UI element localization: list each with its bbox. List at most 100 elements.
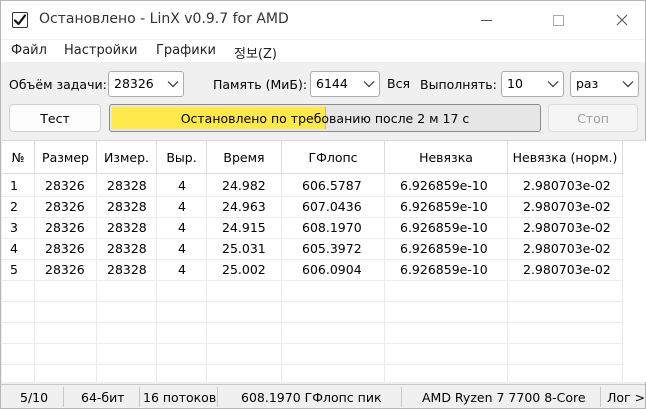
cell-residual: 6.926859e-10 [400, 241, 488, 256]
col-header-time[interactable]: Время [207, 141, 282, 174]
status-separator [139, 387, 140, 407]
minimize-button[interactable] [463, 1, 509, 39]
cell-size: 28326 [45, 199, 85, 214]
run-count-value: 10 [507, 76, 523, 91]
col-header-measure[interactable]: Измер. [97, 141, 157, 174]
cell-residual: 6.926859e-10 [400, 178, 488, 193]
memory-label: Память (МиБ): [213, 77, 308, 92]
status-peak: 608.1970 ГФлопс пик [241, 390, 382, 405]
status-threads: 16 потоков [143, 390, 217, 405]
menu-bar: Файл Настройки Графики 정보(Z) [1, 40, 645, 62]
cell-residual-norm: 2.980703e-02 [523, 220, 611, 235]
cell-number: 5 [10, 262, 18, 277]
status-bar: 5/10 64-бит 16 потоков 608.1970 ГФлопс п… [1, 384, 645, 408]
row-divider [2, 238, 622, 239]
test-button[interactable]: Тест [9, 104, 101, 132]
cell-number: 4 [10, 241, 18, 256]
cell-residual: 6.926859e-10 [400, 220, 488, 235]
cell-gflops: 606.0904 [302, 262, 362, 277]
cell-measure: 28328 [107, 199, 147, 214]
chevron-down-icon [622, 81, 634, 88]
minimize-icon [480, 19, 492, 21]
status-progress: 5/10 [20, 390, 49, 405]
cell-residual: 6.926859e-10 [400, 262, 488, 277]
table-row[interactable]: 1 28326 28328 4 24.982 606.5787 6.926859… [2, 175, 646, 196]
cell-size: 28326 [45, 178, 85, 193]
table-row[interactable]: 5 28326 28328 4 25.002 606.0904 6.926859… [2, 259, 646, 280]
run-unit-combo[interactable]: раз [570, 71, 639, 97]
row-divider [2, 217, 622, 218]
memory-value: 6144 [316, 76, 348, 91]
run-label: Выполнять: [420, 77, 497, 92]
stop-button[interactable]: Стоп [548, 104, 638, 132]
status-cpu: AMD Ryzen 7 7700 8-Core [422, 390, 586, 405]
chevron-down-icon [363, 81, 375, 88]
close-icon [616, 14, 628, 26]
col-header-residual-norm[interactable]: Невязка (норм.) [508, 141, 623, 174]
results-table: № Размер Измер. Выр. Время ГФлопс Невязк… [2, 140, 646, 383]
cell-measure: 28328 [107, 262, 147, 277]
row-divider [2, 301, 622, 302]
col-header-number[interactable]: № [2, 141, 35, 174]
memory-combo[interactable]: 6144 [310, 71, 380, 97]
cell-residual: 6.926859e-10 [400, 199, 488, 214]
col-header-align[interactable]: Выр. [157, 141, 207, 174]
chevron-down-icon [547, 81, 559, 88]
menu-file[interactable]: Файл [11, 43, 47, 58]
all-memory-label[interactable]: Вся [387, 76, 410, 91]
row-divider [2, 322, 622, 323]
cell-residual-norm: 2.980703e-02 [523, 178, 611, 193]
test-button-label: Тест [40, 110, 70, 126]
cell-number: 2 [10, 199, 18, 214]
table-row[interactable]: 3 28326 28328 4 24.915 608.1970 6.926859… [2, 217, 646, 238]
cell-residual-norm: 2.980703e-02 [523, 241, 611, 256]
maximize-icon [552, 14, 564, 26]
chevron-down-icon [167, 81, 179, 88]
run-unit-value: раз [576, 76, 599, 91]
row-divider [2, 343, 622, 344]
progress-status-text: Остановлено по требованию после 2 м 17 с [180, 111, 470, 126]
test-progress-bar: Остановлено по требованию после 2 м 17 с [109, 104, 541, 132]
status-separator [600, 387, 601, 407]
cell-align: 4 [178, 199, 186, 214]
menu-info[interactable]: 정보(Z) [234, 43, 277, 62]
col-header-size[interactable]: Размер [35, 141, 97, 174]
row-divider [2, 259, 622, 260]
problem-size-combo[interactable]: 28326 [108, 71, 184, 97]
close-button[interactable] [599, 1, 645, 39]
cell-measure: 28328 [107, 220, 147, 235]
row-divider [2, 364, 622, 365]
title-bar[interactable]: Остановлено - LinX v0.9.7 for AMD [1, 1, 645, 39]
cell-residual-norm: 2.980703e-02 [523, 262, 611, 277]
table-row[interactable]: 4 28326 28328 4 25.031 605.3972 6.926859… [2, 238, 646, 259]
window-title: Остановлено - LinX v0.9.7 for AMD [39, 11, 289, 27]
cell-time: 25.031 [222, 241, 266, 256]
maximize-button[interactable] [535, 1, 581, 39]
menu-settings[interactable]: Настройки [64, 43, 137, 58]
col-header-gflops[interactable]: ГФлопс [282, 141, 385, 174]
log-button[interactable]: Лог > [607, 390, 645, 405]
menu-graphs[interactable]: Графики [156, 43, 216, 58]
cell-gflops: 606.5787 [302, 178, 362, 193]
cell-number: 3 [10, 220, 18, 235]
status-bits: 64-бит [81, 390, 125, 405]
cell-time: 24.915 [222, 220, 266, 235]
cell-size: 28326 [45, 220, 85, 235]
table-row[interactable]: 2 28326 28328 4 24.963 607.0436 6.926859… [2, 196, 646, 217]
cell-measure: 28328 [107, 178, 147, 193]
cell-residual-norm: 2.980703e-02 [523, 199, 611, 214]
status-separator [217, 387, 218, 407]
cell-align: 4 [178, 262, 186, 277]
cell-time: 25.002 [222, 262, 266, 277]
cell-align: 4 [178, 241, 186, 256]
status-separator [401, 387, 402, 407]
cell-time: 24.963 [222, 199, 266, 214]
cell-size: 28326 [45, 262, 85, 277]
cell-size: 28326 [45, 241, 85, 256]
cell-gflops: 607.0436 [302, 199, 362, 214]
run-count-combo[interactable]: 10 [501, 71, 564, 97]
app-checkbox-icon [12, 12, 28, 28]
problem-size-value: 28326 [114, 76, 154, 91]
col-header-residual[interactable]: Невязка [385, 141, 508, 174]
cell-number: 1 [10, 178, 18, 193]
